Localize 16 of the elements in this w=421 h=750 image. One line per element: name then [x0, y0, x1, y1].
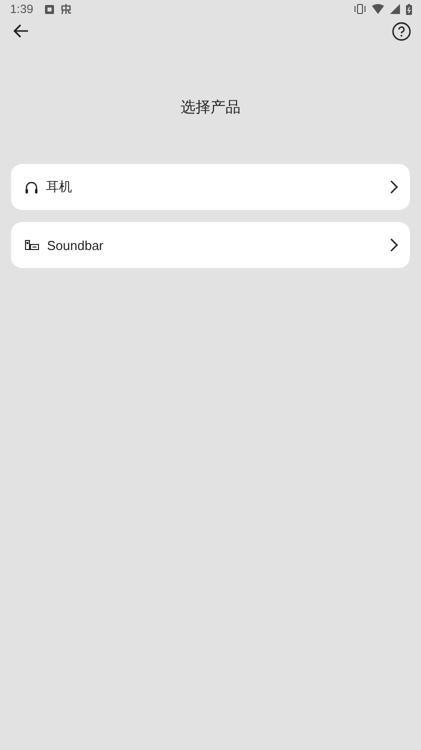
wifi-icon — [372, 4, 384, 14]
headphones-icon — [25, 180, 38, 194]
product-item[interactable]: Soundbar — [11, 222, 410, 268]
page-title: 选择产品 — [180, 98, 242, 118]
signal-icon — [390, 4, 400, 14]
chevron-right-icon — [390, 238, 398, 252]
battery-icon — [406, 4, 412, 14]
back-arrow-icon[interactable] — [13, 24, 29, 38]
chevron-right-icon — [390, 180, 398, 194]
product-item[interactable]: 耳机 — [11, 164, 410, 210]
status-time: 1:39 — [10, 2, 34, 16]
vibrate-icon — [354, 4, 366, 14]
notification-icon — [45, 4, 54, 14]
speaker-icon — [25, 240, 39, 250]
app-notification-icon — [60, 3, 72, 15]
help-icon[interactable] — [392, 22, 411, 40]
